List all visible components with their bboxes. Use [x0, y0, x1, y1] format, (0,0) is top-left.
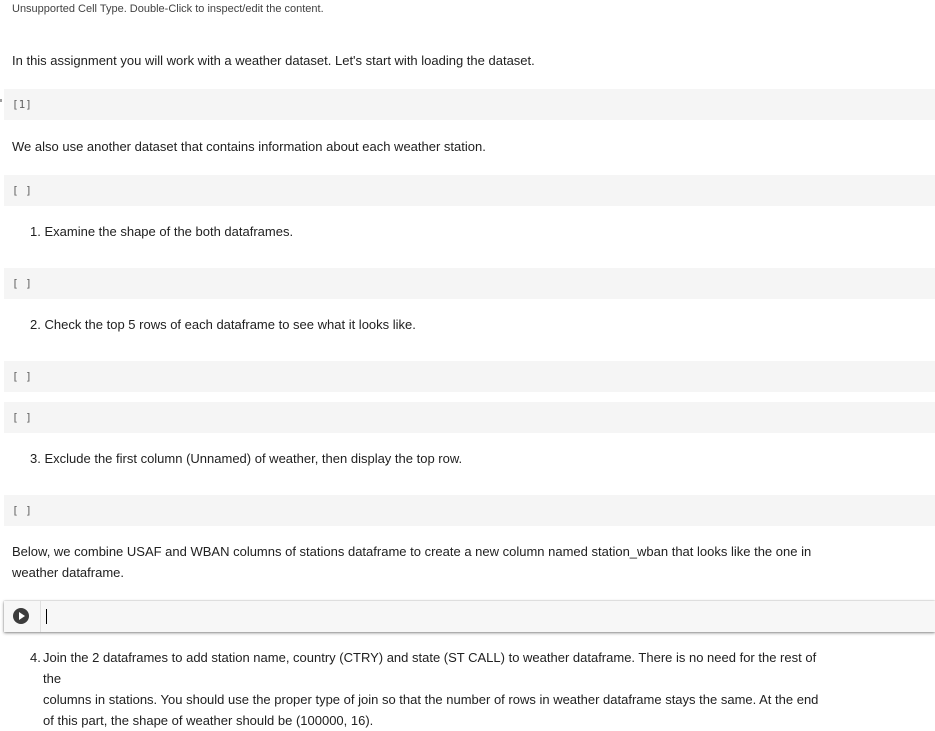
cell-focus-marker: [0, 99, 2, 102]
combine-text: Below, we combine USAF and WBAN columns …: [12, 541, 811, 583]
question-3: 3. Exclude the first column (Unnamed) of…: [30, 448, 462, 469]
unsupported-cell-notice[interactable]: Unsupported Cell Type. Double-Click to i…: [12, 3, 324, 15]
question-number: 4.: [30, 650, 41, 665]
question-text-line: Join the 2 dataframes to add station nam…: [43, 650, 817, 686]
active-code-cell[interactable]: [4, 601, 935, 632]
question-number: 2.: [30, 317, 41, 332]
question-number: 1.: [30, 224, 41, 239]
code-cell-2[interactable]: [ ]: [4, 175, 935, 206]
execution-count: [ ]: [12, 277, 32, 290]
combine-text-line: weather dataframe.: [12, 565, 125, 580]
combine-text-line: Below, we combine USAF and WBAN columns …: [12, 544, 812, 559]
code-cell-1[interactable]: [1]: [4, 89, 935, 120]
execution-count: [ ]: [12, 504, 32, 517]
execution-count: [ ]: [12, 370, 32, 383]
question-text-line: of this part, the shape of weather shoul…: [43, 713, 374, 728]
execution-count: [1]: [12, 98, 32, 111]
code-cell-4[interactable]: [ ]: [4, 361, 935, 392]
intro-text: In this assignment you will work with a …: [12, 53, 535, 68]
question-text: Examine the shape of the both dataframes…: [44, 224, 294, 239]
question-4: 4. Join the 2 dataframes to add station …: [30, 647, 830, 731]
question-text: Exclude the first column (Unnamed) of we…: [44, 451, 463, 466]
play-circle-icon[interactable]: [13, 608, 29, 624]
question-text: Check the top 5 rows of each dataframe t…: [44, 317, 416, 332]
execution-count: [ ]: [12, 411, 32, 424]
execution-count: [ ]: [12, 184, 32, 197]
question-1: 1. Examine the shape of the both datafra…: [30, 221, 293, 242]
code-cell-3[interactable]: [ ]: [4, 268, 935, 299]
stations-text: We also use another dataset that contain…: [12, 139, 486, 154]
question-number: 3.: [30, 451, 41, 466]
code-cell-6[interactable]: [ ]: [4, 495, 935, 526]
text-cursor: [46, 609, 47, 624]
code-editor[interactable]: [40, 601, 935, 632]
question-text-line: columns in stations. You should use the …: [43, 692, 819, 707]
question-2: 2. Check the top 5 rows of each datafram…: [30, 314, 416, 335]
code-cell-5[interactable]: [ ]: [4, 402, 935, 433]
